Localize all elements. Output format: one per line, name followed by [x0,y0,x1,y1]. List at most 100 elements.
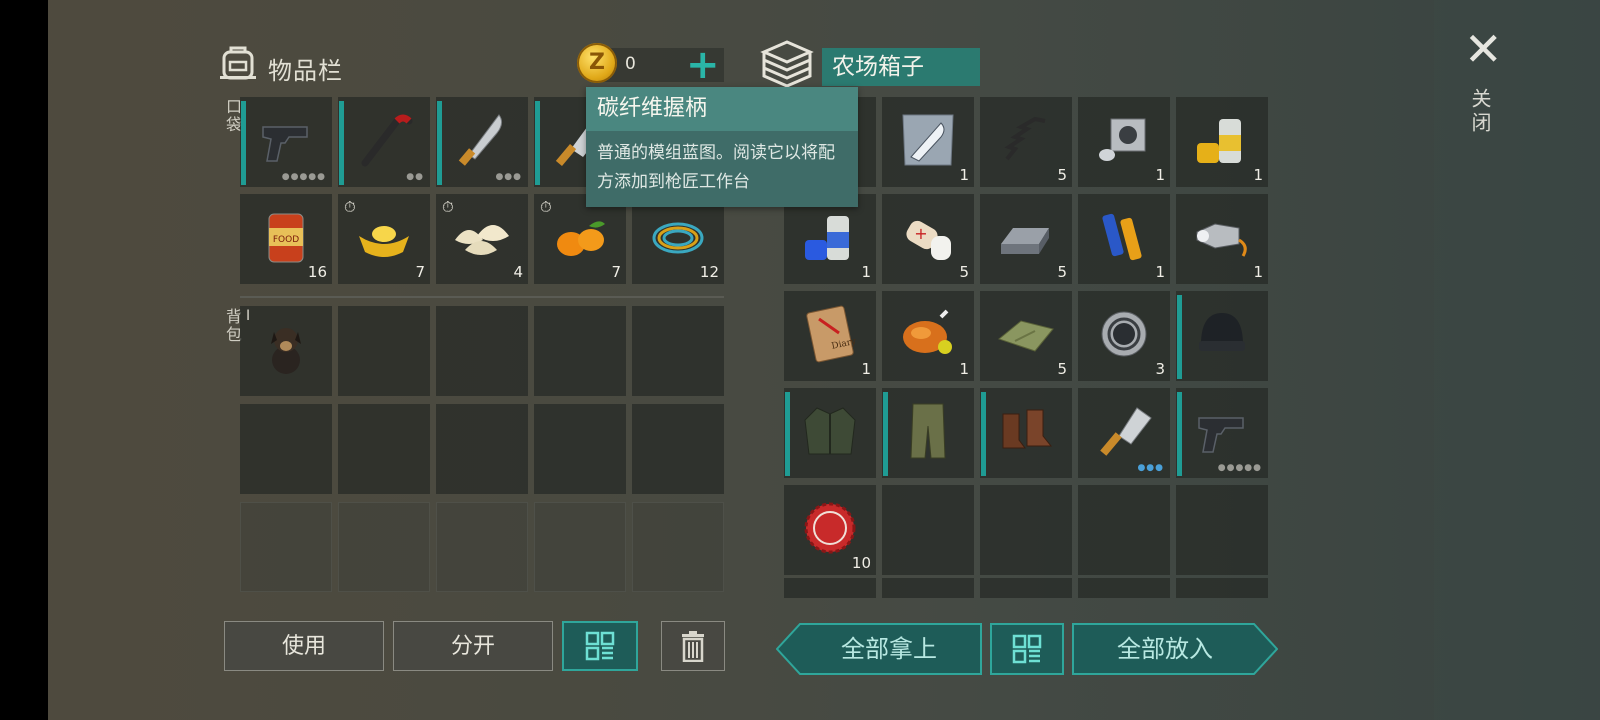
backpack-slot-empty[interactable] [436,404,528,494]
use-button[interactable]: 使用 [224,621,384,671]
pistol-icon [1198,417,1244,453]
take-all-button[interactable]: 全部拿上 [776,623,982,675]
pocket-slot-crowbar[interactable]: ●● [338,97,430,187]
durability-dots: ●●●●● [281,172,326,182]
chest-slot-blue-paint[interactable]: 1 [784,194,876,284]
metal-ingot-icon [1001,228,1049,255]
backpack-slot-empty[interactable] [240,404,332,494]
chest-slot-engine-cylinder[interactable]: 1 [1078,97,1170,187]
flashlight-icon [1196,223,1247,257]
pocket-slot-gold-ingot[interactable]: ⏱ 7 [338,194,430,284]
item-count: 1 [1155,263,1165,281]
equipped-indicator [1177,392,1182,476]
chest-slot-bandage[interactable]: + 5 [882,194,974,284]
backpack-slot-locked [436,502,528,592]
chest-slot-blueprint[interactable]: 1 [882,97,974,187]
durability-dots: ●●● [1137,463,1164,473]
chest-slot-empty[interactable] [1078,485,1170,575]
chest-slot-empty[interactable] [882,485,974,575]
chest-slot-yellow-paint[interactable]: 1 [1176,97,1268,187]
close-icon[interactable]: ✕ [1464,26,1503,72]
chest-slot-pistol[interactable]: ●●●●● [1176,388,1268,478]
chest-slot-empty[interactable] [1176,485,1268,575]
chest-slot-partial[interactable] [1078,578,1170,598]
chest-slot-partial[interactable] [1176,578,1268,598]
backpack-slot-empty[interactable] [534,306,626,396]
pocket-slot-rope-coil[interactable]: 12 [632,194,724,284]
crowbar-icon [361,114,413,167]
chest-slot-cloth[interactable]: 5 [980,291,1072,381]
backpack-slot-empty[interactable] [632,306,724,396]
split-button[interactable]: 分开 [393,621,553,671]
chest-slot-spring[interactable]: 5 [980,97,1072,187]
put-all-button[interactable]: 全部放入 [1072,623,1278,675]
equipped-indicator [981,392,986,476]
gold-ingot-icon [359,226,409,258]
pistol-icon [262,126,308,162]
blueprint-icon [902,114,954,166]
add-currency-button[interactable]: + [686,45,720,85]
currency-amount: 0 [625,54,636,74]
pocket-slot-machete[interactable]: ●●● [436,97,528,187]
chest-slot-beanie[interactable] [1176,291,1268,381]
pocket-slot-dumplings[interactable]: ⏱ 4 [436,194,528,284]
equipped-indicator [535,101,540,185]
diary-icon: Diary [806,305,858,363]
chest-slot-partial[interactable] [784,578,876,598]
item-count: 7 [415,263,425,281]
chest-sort-grid-button[interactable] [990,623,1064,675]
chest-slot-partial[interactable] [882,578,974,598]
chest-slot-empty[interactable] [980,485,1072,575]
pocket-slot-kumquats[interactable]: ⏱ 7 [534,194,626,284]
item-count: 3 [1155,360,1165,378]
boots-icon [1002,409,1053,449]
item-count: 1 [959,166,969,184]
kumquats-icon [557,221,605,257]
engine-cylinder-icon [1099,118,1146,162]
tooltip-description: 普通的模组蓝图。阅读它以将配方添加到枪匠工作台 [597,143,835,192]
pocket-slot-canned-food[interactable]: FOOD 16 [240,194,332,284]
pocket-slot-pistol[interactable]: ●●●●● [240,97,332,187]
bearing-icon [1101,311,1147,357]
backpack-slot-empty[interactable] [436,306,528,396]
chest-slot-bearing[interactable]: 3 [1078,291,1170,381]
tooltip-title: 碳纤维握柄 [586,87,858,131]
item-count: 1 [959,360,969,378]
cloth-icon [997,320,1054,352]
delete-button[interactable] [661,621,725,671]
chest-slot-metal-ingot[interactable]: 5 [980,194,1072,284]
backpack-slot-empty[interactable] [338,404,430,494]
chest-slot-flashlight[interactable]: 1 [1176,194,1268,284]
svg-text:FOOD: FOOD [273,235,299,245]
backpack-slot-empty[interactable] [534,404,626,494]
yellow-paint-icon [1197,119,1241,164]
item-count: 5 [959,263,969,281]
cleaver-icon [1100,407,1152,456]
chest-slot-partial[interactable] [980,578,1072,598]
close-label[interactable]: 关闭 [1466,88,1495,136]
durability-dots: ●●● [495,172,522,182]
chest-slot-diary[interactable]: Diary 1 [784,291,876,381]
beanie-icon [1199,313,1245,352]
jacket-icon [804,407,856,455]
inventory-title: 物品栏 [268,57,343,85]
chest-slot-jacket[interactable] [784,388,876,478]
left-letterbox [0,0,48,720]
backpack-slot-empty[interactable] [632,404,724,494]
z-coin-icon: Z [577,43,617,83]
chest-slot-bottle-cap[interactable]: 10 [784,485,876,575]
sort-grid-button[interactable] [562,621,638,671]
item-count: 12 [699,263,719,281]
item-count: 10 [851,554,871,572]
backpack-slot-empty[interactable] [338,306,430,396]
item-count: 1 [861,360,871,378]
chest-slot-batteries[interactable]: 1 [1078,194,1170,284]
backpack-slot-puppy[interactable]: I [240,306,332,396]
bandage-icon: + [906,221,951,261]
chest-slot-roast-chicken[interactable]: 1 [882,291,974,381]
chest-slot-cleaver[interactable]: ●●● [1078,388,1170,478]
item-tooltip: 碳纤维握柄 普通的模组蓝图。阅读它以将配方添加到枪匠工作台 [586,87,858,207]
backpack-slot-locked [632,502,724,592]
chest-slot-boots[interactable] [980,388,1072,478]
chest-slot-cargo-pants[interactable] [882,388,974,478]
